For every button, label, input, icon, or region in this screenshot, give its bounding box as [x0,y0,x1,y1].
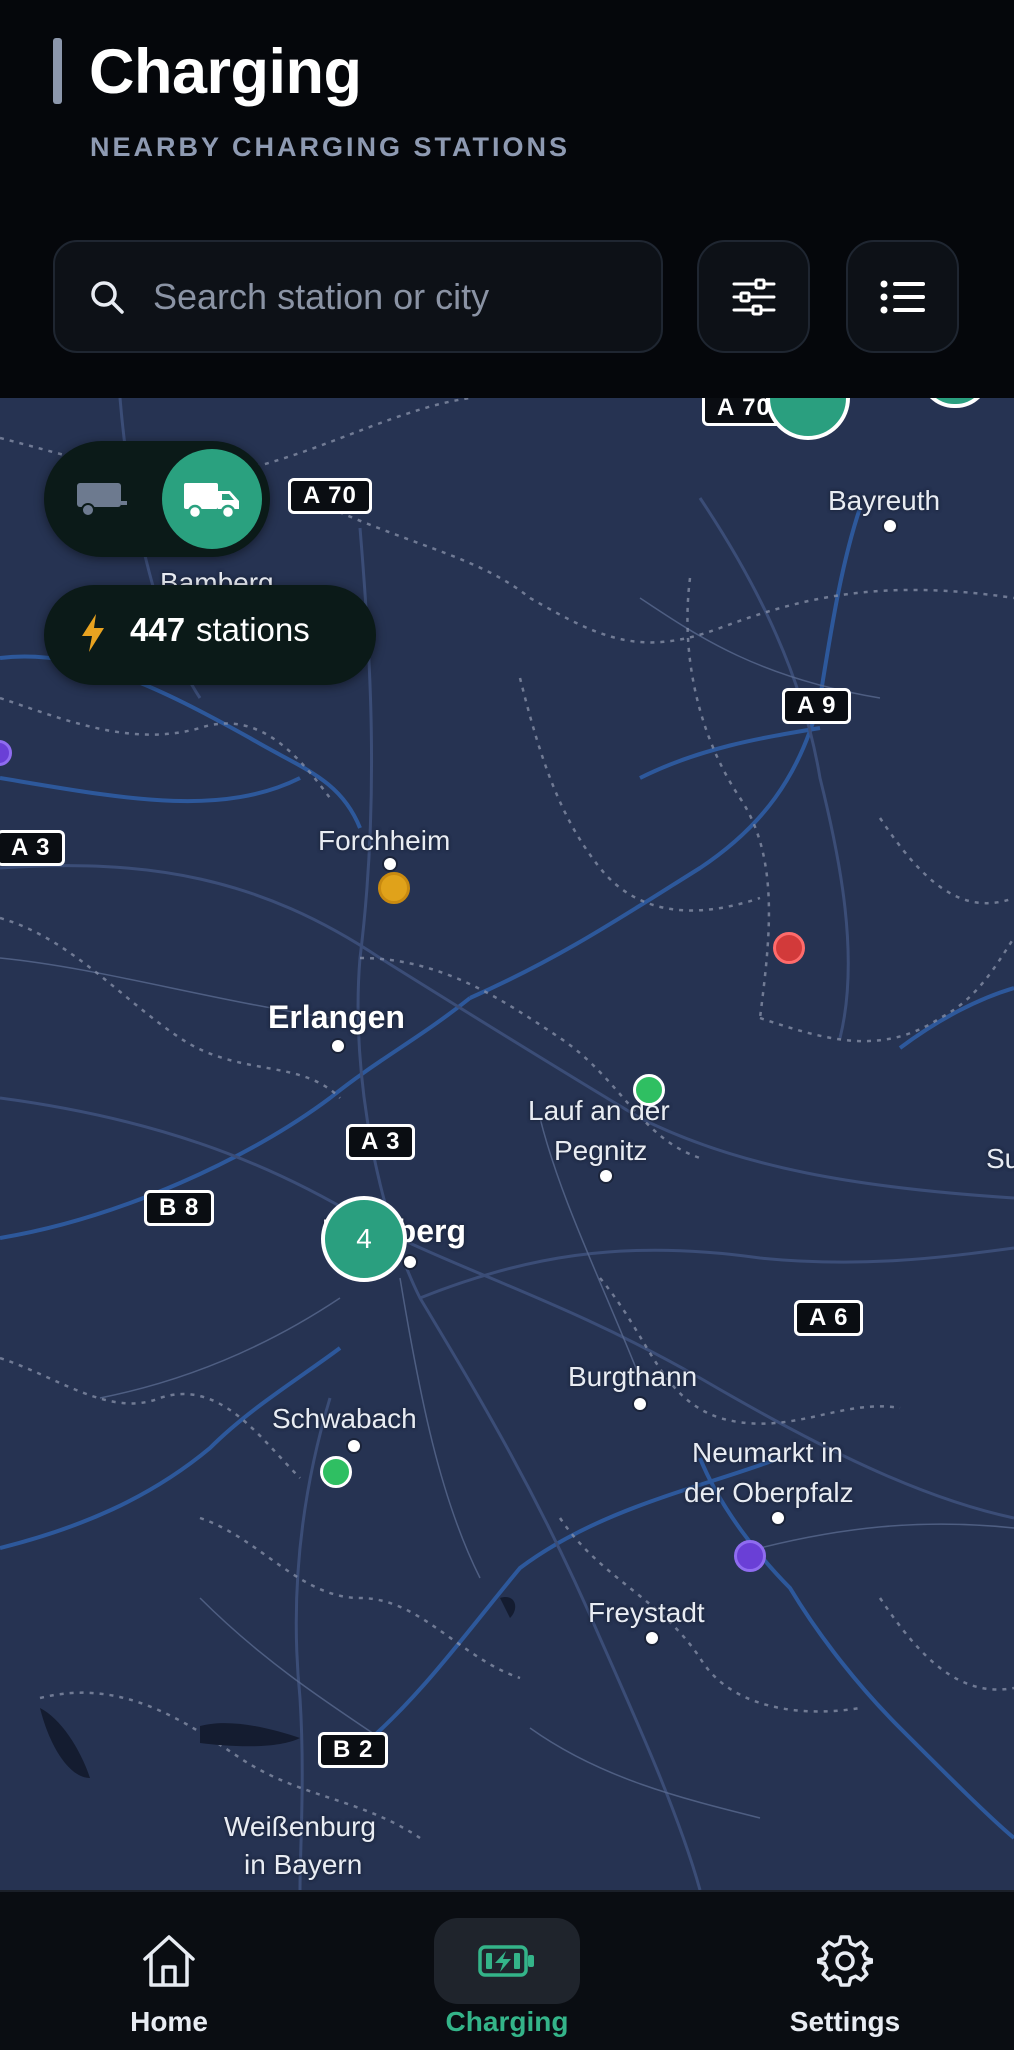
truck-icon [184,483,239,520]
road-shield: A 6 [794,1300,864,1336]
truck-option[interactable] [162,449,262,549]
city-label-forchheim: Forchheim [318,825,451,856]
station-marker-other[interactable] [734,1540,766,1572]
station-marker-offline[interactable] [773,932,805,964]
city-label-weissenburg: Weißenburg [224,1811,377,1842]
station-count-value: 447 [130,611,186,648]
city-dot [644,1630,660,1646]
city-dot [382,856,398,872]
station-marker-available[interactable] [320,1456,352,1488]
city-dot [882,518,898,534]
station-marker-busy[interactable] [378,872,410,904]
road-shield: A 70 [288,478,372,514]
list-view-button[interactable] [846,240,959,353]
station-count-badge: 447 stations [44,585,376,685]
vehicle-type-toggle[interactable] [44,441,270,557]
nav-icon-container [772,1918,918,2004]
city-label-pegnitz: Pegnitz [554,1135,648,1166]
city-dot [770,1510,786,1526]
road-shield: A 9 [782,688,852,724]
road-shield: A 3 [346,1124,416,1160]
station-marker-available[interactable] [633,1074,665,1106]
battery-charging-icon [478,1945,534,1977]
header: Charging NEARBY CHARGING STATIONS [0,0,1014,398]
city-dot [346,1438,362,1454]
nav-item-settings[interactable]: Settings [735,1892,955,2050]
city-dot [632,1396,648,1412]
search-icon [91,281,124,314]
nav-label-charging: Charging [445,2006,569,2037]
city-label-schwabach: Schwabach [272,1403,417,1434]
city-label-neumarkt: Neumarkt in [692,1437,843,1468]
search-box[interactable] [53,240,663,353]
city-label-oberpfalz: der Oberpfalz [684,1477,854,1508]
nav-item-charging[interactable]: Charging [397,1892,617,2050]
city-dot [402,1254,418,1270]
title-accent-bar [53,38,62,104]
road-shield: B 8 [144,1190,215,1226]
trailer-icon [77,483,127,517]
nav-icon-container [434,1918,580,2004]
road-shield: A 3 [0,830,66,866]
search-input[interactable] [151,270,635,324]
filter-button[interactable] [697,240,810,353]
city-label-bayreuth: Bayreuth [828,485,941,516]
nav-icon-container [96,1918,242,2004]
page-title: Charging [89,37,362,107]
city-dot [598,1168,614,1184]
bolt-icon [82,614,104,652]
nav-item-home[interactable]: Home [59,1892,279,2050]
city-label-erlangen: Erlangen [268,999,405,1035]
road-shield: B 2 [318,1732,389,1768]
nav-label-settings: Settings [789,2006,901,2037]
home-icon [143,1935,195,1987]
station-cluster-marker[interactable]: 4 [321,1196,407,1282]
list-icon [880,280,925,313]
city-label-partial: Su [986,1143,1014,1174]
city-label-freystadt: Freystadt [588,1597,705,1628]
trailer-option[interactable] [52,449,152,549]
page-subtitle: NEARBY CHARGING STATIONS [90,132,571,162]
bottom-navigation: Home Charging Settings [0,1890,1014,2050]
city-label-burgthann: Burgthann [568,1361,698,1392]
nav-label-home: Home [130,2006,208,2037]
city-label-in-bayern: in Bayern [244,1849,363,1880]
station-count-label: stations [196,611,310,648]
city-dot [330,1038,346,1054]
gear-icon [817,1935,873,1987]
sliders-icon [732,278,775,315]
map-view[interactable]: Bayreuth Bamberg Forchheim Erlangen Lauf… [0,398,1014,1890]
